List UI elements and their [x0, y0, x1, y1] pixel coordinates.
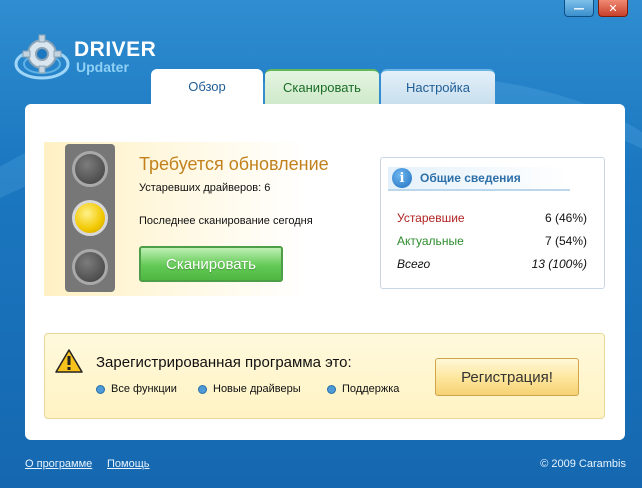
feature-item: Все функции [96, 383, 177, 395]
overview-panel: Требуется обновление Устаревших драйверо… [25, 104, 625, 440]
summary-label: Актуальные [397, 234, 464, 248]
logo-title: DRIVER [74, 37, 157, 61]
summary-row-total: Всего 13 (100%) [397, 257, 587, 271]
window-controls: — ✕ [564, 0, 628, 17]
about-link[interactable]: О программе [25, 458, 92, 470]
tab-settings[interactable]: Настройка [381, 69, 495, 104]
summary-label: Всего [397, 257, 431, 271]
bullet-icon [198, 384, 207, 394]
feature-label: Новые драйверы [213, 383, 301, 395]
summary-value: 13 (100%) [531, 257, 587, 271]
copyright: © 2009 Carambis [540, 458, 626, 470]
summary-label: Устаревшие [397, 211, 465, 225]
tab-bar: Обзор Сканировать Настройка [151, 69, 495, 104]
app-window: — ✕ DRIVER Updater Обзор Сканировать Нас… [0, 0, 642, 488]
logo-subtitle: Updater [76, 58, 129, 75]
feature-item: Поддержка [327, 383, 399, 395]
registration-box: Зарегистрированная программа это: Все фу… [44, 333, 605, 419]
app-logo: DRIVER Updater [14, 28, 156, 84]
traffic-light-icon [65, 144, 115, 292]
scan-button[interactable]: Сканировать [139, 246, 283, 282]
gear-disc-icon [14, 28, 70, 84]
tab-overview[interactable]: Обзор [151, 69, 263, 104]
last-scan: Последнее сканирование сегодня [139, 215, 313, 227]
help-link[interactable]: Помощь [107, 458, 150, 470]
summary-row-outdated: Устаревшие 6 (46%) [397, 211, 587, 225]
summary-value: 6 (46%) [544, 211, 587, 225]
warning-icon [55, 349, 83, 373]
summary-title: Общие сведения [420, 171, 521, 185]
close-button[interactable]: ✕ [598, 0, 628, 17]
summary-row-current: Актуальные 7 (54%) [397, 234, 587, 248]
minimize-button[interactable]: — [564, 0, 594, 17]
summary-header: i Общие сведения [388, 167, 570, 191]
red-lamp [72, 150, 108, 187]
register-button[interactable]: Регистрация! [435, 358, 579, 396]
status-title: Требуется обновление [139, 154, 329, 174]
feature-label: Все функции [111, 383, 177, 395]
outdated-count: Устаревших драйверов: 6 [139, 182, 271, 194]
summary-value: 7 (54%) [544, 234, 587, 248]
green-lamp [72, 249, 108, 286]
feature-label: Поддержка [342, 383, 400, 395]
feature-item: Новые драйверы [198, 383, 301, 395]
yellow-lamp [72, 199, 108, 236]
bullet-icon [96, 384, 105, 394]
tab-scan[interactable]: Сканировать [265, 69, 379, 104]
info-icon: i [392, 168, 412, 188]
registration-title: Зарегистрированная программа это: [96, 354, 352, 371]
bullet-icon [327, 384, 336, 394]
